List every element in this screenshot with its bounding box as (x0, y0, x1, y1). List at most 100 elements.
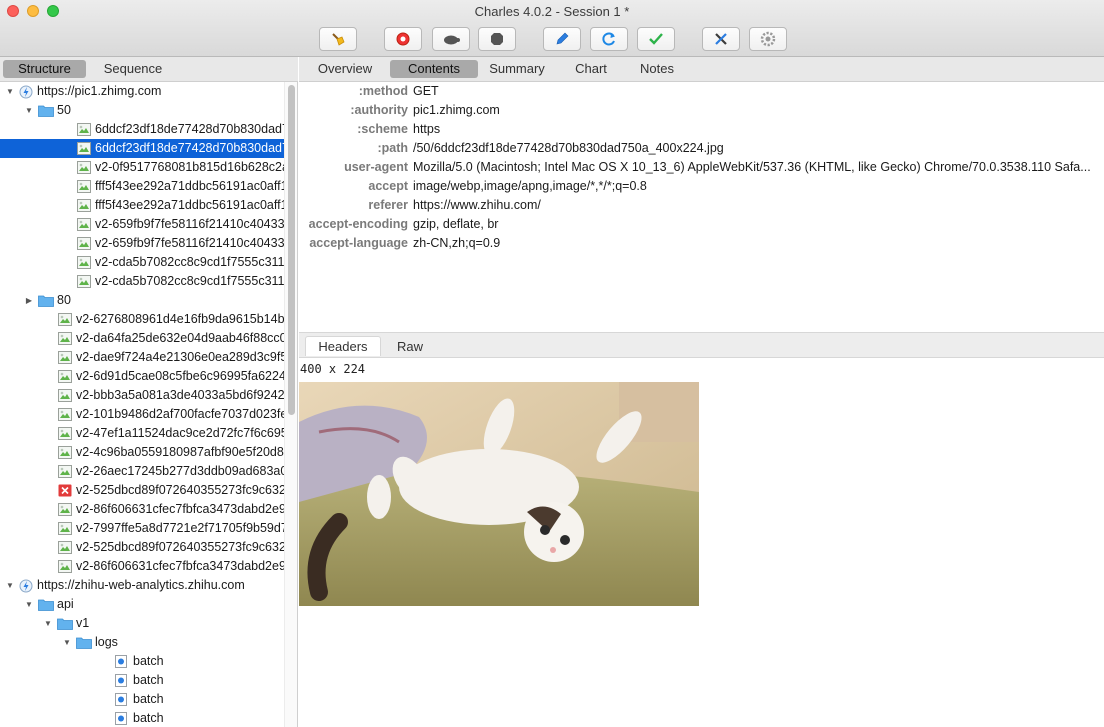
tree-node[interactable]: ▼ https://pic1.zhimg.com (0, 82, 284, 101)
image-icon (77, 161, 91, 177)
tree-leaf[interactable]: v2-6d91d5cae08c5fbe6c96995fa6224 (0, 367, 284, 386)
image-icon (77, 237, 91, 253)
window-title: Charles 4.0.2 - Session 1 * (474, 4, 630, 19)
header-row[interactable]: referer https://www.zhihu.com/ (299, 196, 1104, 215)
header-key: user-agent (344, 160, 408, 174)
tree-leaf[interactable]: fff5f43ee292a71ddbc56191ac0aff13 (0, 177, 284, 196)
request-icon (115, 655, 127, 671)
tab-raw[interactable]: Raw (387, 337, 433, 357)
tree-node[interactable]: ▼ 50 (0, 101, 284, 120)
header-row[interactable]: :scheme https (299, 120, 1104, 139)
header-value: GET (413, 84, 439, 98)
tree-label: logs (95, 635, 118, 649)
tree-leaf[interactable]: batch (0, 671, 284, 690)
disclosure-closed-icon[interactable]: ▶ (24, 291, 34, 310)
edit-pen-icon (554, 31, 570, 47)
header-row[interactable]: accept-language zh-CN,zh;q=0.9 (299, 234, 1104, 253)
header-row[interactable]: user-agent Mozilla/5.0 (Macintosh; Intel … (299, 158, 1104, 177)
tree-scrollbar[interactable] (284, 82, 297, 727)
start-recording-button[interactable] (384, 27, 422, 51)
image-icon (77, 256, 91, 272)
header-value: pic1.zhimg.com (413, 103, 500, 117)
tree-leaf[interactable]: v2-0f9517768081b815d16b628c2a (0, 158, 284, 177)
tree-leaf[interactable]: v2-525dbcd89f072640355273fc9c632 (0, 481, 284, 500)
breakpoints-button[interactable] (478, 27, 516, 51)
header-row[interactable]: accept image/webp,image/apng,image/*,*/*;… (299, 177, 1104, 196)
structure-tree: ▼ https://pic1.zhimg.com ▼ 50 6ddcf23df18de7… (0, 82, 298, 727)
image-dimensions: 400 x 224 (300, 362, 366, 376)
throttling-button[interactable] (432, 27, 470, 51)
tree-leaf[interactable]: 6ddcf23df18de77428d70b830dad7 (0, 139, 284, 158)
validate-button[interactable] (637, 27, 675, 51)
tree-node[interactable]: ▼ api (0, 595, 284, 614)
tree-node[interactable]: ▼ logs (0, 633, 284, 652)
tab-contents[interactable]: Contents (390, 60, 478, 78)
tree-leaf[interactable]: v2-dae9f724a4e21306e0ea289d3c9f5 (0, 348, 284, 367)
disclosure-open-icon[interactable]: ▼ (62, 633, 72, 652)
settings-button[interactable] (749, 27, 787, 51)
header-row[interactable]: :authority pic1.zhimg.com (299, 101, 1104, 120)
tree-label: v2-6276808961d4e16fb9da9615b14b3 (76, 312, 284, 326)
tree-label: v2-cda5b7082cc8c9cd1f7555c311f (95, 255, 284, 269)
header-value: zh-CN,zh;q=0.9 (413, 236, 501, 250)
tree-leaf[interactable]: v2-659fb9f7fe58116f21410c40433 (0, 234, 284, 253)
tree-leaf[interactable]: batch (0, 709, 284, 727)
tree-node[interactable]: ▶ 80 (0, 291, 284, 310)
disclosure-open-icon[interactable]: ▼ (24, 101, 34, 120)
tools-icon (713, 31, 729, 47)
tree-leaf[interactable]: v2-da64fa25de632e04d9aab46f88cc0 (0, 329, 284, 348)
tab-chart[interactable]: Chart (569, 60, 613, 78)
disclosure-open-icon[interactable]: ▼ (43, 614, 53, 633)
disclosure-open-icon[interactable]: ▼ (5, 576, 15, 595)
tab-structure[interactable]: Structure (3, 60, 86, 78)
tree-leaf[interactable]: v2-26aec17245b277d3ddb09ad683a0 (0, 462, 284, 481)
header-row[interactable]: :method GET (299, 82, 1104, 101)
tree-label: 6ddcf23df18de77428d70b830dad7 (95, 122, 284, 136)
folder-icon (38, 598, 54, 614)
tree-leaf[interactable]: v2-bbb3a5a081a3de4033a5bd6f92425 (0, 386, 284, 405)
tab-headers[interactable]: Headers (305, 336, 381, 356)
tab-sequence[interactable]: Sequence (90, 60, 176, 78)
tree-leaf[interactable]: v2-7997ffe5a8d7721e2f71705f9b59d71 (0, 519, 284, 538)
image-icon (58, 503, 72, 519)
disclosure-open-icon[interactable]: ▼ (24, 595, 34, 614)
tree-node[interactable]: ▼ https://zhihu-web-analytics.zhihu.com (0, 576, 284, 595)
validate-check-icon (648, 32, 664, 46)
tab-overview[interactable]: Overview (313, 60, 377, 78)
tree-leaf[interactable]: batch (0, 652, 284, 671)
header-row[interactable]: :path/50/6ddcf23df18de77428d70b830dad750… (299, 139, 1104, 158)
tree-label: v2-6d91d5cae08c5fbe6c96995fa6224 (76, 369, 284, 383)
compose-button[interactable] (543, 27, 581, 51)
clear-session-button[interactable] (319, 27, 357, 51)
tree-leaf[interactable]: v2-525dbcd89f072640355273fc9c632 (0, 538, 284, 557)
tab-notes[interactable]: Notes (633, 60, 681, 78)
tab-summary[interactable]: Summary (485, 60, 549, 78)
tree-leaf[interactable]: v2-86f606631cfec7fbfca3473dabd2e9 (0, 557, 284, 576)
tree-leaf[interactable]: v2-86f606631cfec7fbfca3473dabd2e9 (0, 500, 284, 519)
tree-label: batch (133, 711, 164, 725)
view-mode-tabs: Structure Sequence (0, 57, 298, 82)
tree-node[interactable]: ▼ v1 (0, 614, 284, 633)
tree-leaf[interactable]: v2-4c96ba0559180987afbf90e5f20d8 (0, 443, 284, 462)
tools-button[interactable] (702, 27, 740, 51)
header-row[interactable]: accept-encoding gzip, deflate, br (299, 215, 1104, 234)
tree-leaf[interactable]: batch (0, 690, 284, 709)
image-icon (58, 313, 72, 329)
folder-icon (57, 617, 73, 633)
tree-leaf[interactable]: v2-47ef1a11524dac9ce2d72fc7f6c695 (0, 424, 284, 443)
disclosure-open-icon[interactable]: ▼ (5, 82, 15, 101)
tree-leaf[interactable]: v2-cda5b7082cc8c9cd1f7555c311f (0, 253, 284, 272)
tree-leaf[interactable]: fff5f43ee292a71ddbc56191ac0aff13 (0, 196, 284, 215)
repeat-button[interactable] (590, 27, 628, 51)
record-icon (396, 32, 410, 46)
tree-leaf[interactable]: v2-659fb9f7fe58116f21410c40433 (0, 215, 284, 234)
tree-leaf[interactable]: v2-101b9486d2af700facfe7037d023fe (0, 405, 284, 424)
tree-scrollbar-thumb[interactable] (288, 85, 295, 415)
image-icon (58, 332, 72, 348)
tree-leaf[interactable]: v2-6276808961d4e16fb9da9615b14b3 (0, 310, 284, 329)
image-icon (58, 560, 72, 576)
image-icon (77, 199, 91, 215)
image-icon (77, 180, 91, 196)
tree-leaf[interactable]: 6ddcf23df18de77428d70b830dad7 (0, 120, 284, 139)
tree-leaf[interactable]: v2-cda5b7082cc8c9cd1f7555c311f (0, 272, 284, 291)
